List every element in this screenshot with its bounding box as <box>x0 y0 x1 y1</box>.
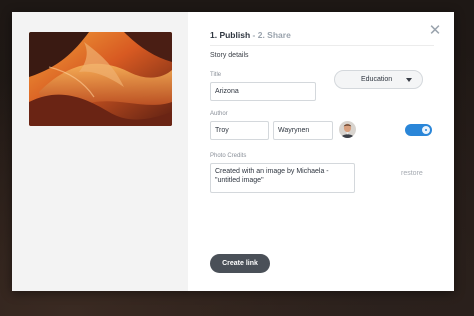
close-icon[interactable]: ✕ <box>428 23 442 38</box>
photo-credits-textarea[interactable]: Created with an image by Michaela - "unt… <box>210 163 355 193</box>
caret-down-icon <box>406 78 412 82</box>
publish-dialog: 1. Publish - 2. Share ✕ Story details Ti… <box>12 12 454 291</box>
step-share[interactable]: 2. Share <box>258 30 291 40</box>
step-indicator: 1. Publish - 2. Share <box>210 30 291 40</box>
author-last-name-input[interactable]: Wayrynen <box>273 121 333 140</box>
preview-pane <box>12 12 188 291</box>
author-avatar <box>339 121 356 138</box>
step-publish: 1. Publish <box>210 30 251 40</box>
details-pane: 1. Publish - 2. Share ✕ Story details Ti… <box>188 12 454 291</box>
photo-credits-label: Photo Credits <box>210 153 247 159</box>
header-divider <box>210 45 434 46</box>
step-separator: - <box>250 30 258 40</box>
author-label: Author <box>210 111 228 117</box>
toggle-knob <box>422 126 430 134</box>
create-link-button[interactable]: Create link <box>210 254 270 273</box>
category-dropdown[interactable]: Education <box>334 70 423 89</box>
section-title: Story details <box>210 52 249 59</box>
title-label: Title <box>210 72 222 78</box>
restore-link[interactable]: restore <box>401 170 423 177</box>
category-value: Education <box>361 76 393 83</box>
title-input[interactable]: Arizona <box>210 82 316 101</box>
author-first-name-input[interactable]: Troy <box>210 121 269 140</box>
story-cover-image <box>29 32 172 126</box>
author-visibility-toggle[interactable] <box>405 124 432 136</box>
